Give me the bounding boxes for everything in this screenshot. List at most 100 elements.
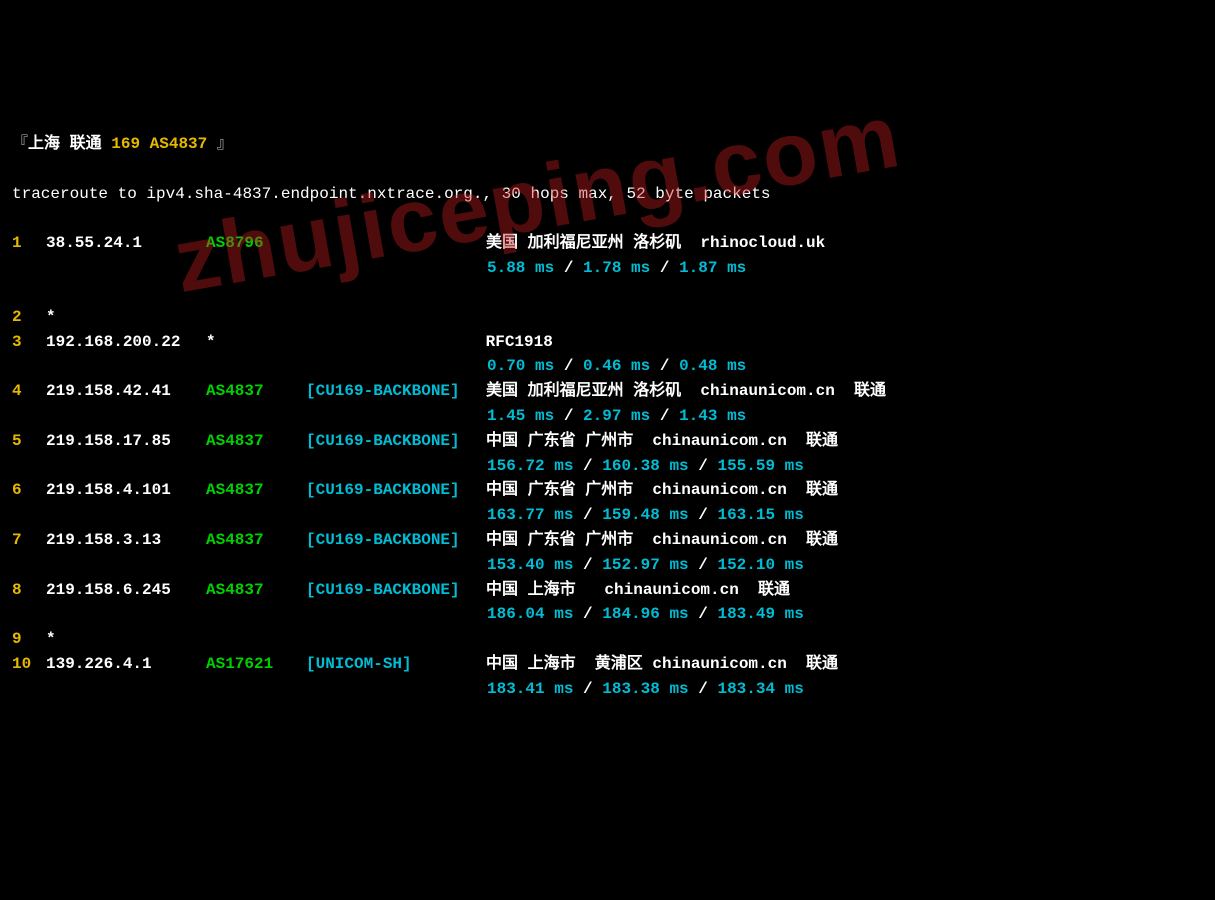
hop-row: 10139.226.4.1AS17621[UNICOM-SH]中国 上海市 黄浦… bbox=[12, 652, 1203, 677]
terminal-output: 『上海 联通 169 AS4837 』 traceroute to ipv4.s… bbox=[12, 107, 1203, 726]
hop-backbone-tag: [CU169-BACKBONE] bbox=[306, 478, 486, 503]
hop-backbone-tag: [CU169-BACKBONE] bbox=[306, 578, 486, 603]
latency-separator: / bbox=[650, 407, 679, 425]
hop-number: 5 bbox=[12, 429, 46, 454]
hop-number: 2 bbox=[12, 305, 46, 330]
traceroute-command: traceroute to ipv4.sha-4837.endpoint.nxt… bbox=[12, 182, 1203, 207]
hop-ip: 219.158.6.245 bbox=[46, 578, 206, 603]
hop-asn: AS4837 bbox=[206, 379, 306, 404]
hop-number: 1 bbox=[12, 231, 46, 256]
latency-separator: / bbox=[573, 556, 602, 574]
hop-number: 4 bbox=[12, 379, 46, 404]
latency-value: 152.97 ms bbox=[602, 556, 688, 574]
hop-ip: 219.158.17.85 bbox=[46, 429, 206, 454]
hop-number: 3 bbox=[12, 330, 46, 355]
hop-location: RFC1918 bbox=[486, 333, 553, 351]
trace-header: 『上海 联通 169 AS4837 』 bbox=[12, 132, 1203, 157]
hop-star: * bbox=[46, 630, 56, 648]
hop-location: 美国 加利福尼亚州 洛杉矶 chinaunicom.cn 联通 bbox=[486, 382, 886, 400]
hop-row: 4219.158.42.41AS4837[CU169-BACKBONE]美国 加… bbox=[12, 379, 1203, 404]
hop-star: * bbox=[46, 308, 56, 326]
hop-location: 中国 上海市 黄浦区 chinaunicom.cn 联通 bbox=[486, 655, 838, 673]
hop-location: 中国 广东省 广州市 chinaunicom.cn 联通 bbox=[486, 432, 838, 450]
header-asn: 169 AS4837 bbox=[111, 135, 207, 153]
hop-row: 9* bbox=[12, 627, 1203, 652]
hop-ip: 192.168.200.22 bbox=[46, 330, 206, 355]
hop-ip: 139.226.4.1 bbox=[46, 652, 206, 677]
hop-latency-row: 156.72 ms / 160.38 ms / 155.59 ms bbox=[12, 454, 1203, 479]
hop-number: 10 bbox=[12, 652, 46, 677]
latency-value: 0.46 ms bbox=[583, 357, 650, 375]
latency-value: 5.88 ms bbox=[487, 259, 554, 277]
bracket-close: 』 bbox=[217, 135, 233, 153]
bracket-open: 『 bbox=[12, 135, 28, 153]
latency-separator: / bbox=[650, 357, 679, 375]
latency-value: 152.10 ms bbox=[717, 556, 803, 574]
latency-value: 183.38 ms bbox=[602, 680, 688, 698]
hop-row: 2* bbox=[12, 305, 1203, 330]
hop-latency-row: 186.04 ms / 184.96 ms / 183.49 ms bbox=[12, 602, 1203, 627]
latency-value: 1.87 ms bbox=[679, 259, 746, 277]
hop-location: 美国 加利福尼亚州 洛杉矶 rhinocloud.uk bbox=[486, 234, 825, 252]
hop-location: 中国 广东省 广州市 chinaunicom.cn 联通 bbox=[486, 481, 838, 499]
latency-separator: / bbox=[573, 605, 602, 623]
hop-ip: 219.158.42.41 bbox=[46, 379, 206, 404]
latency-separator: / bbox=[554, 259, 583, 277]
hop-ip: 219.158.3.13 bbox=[46, 528, 206, 553]
hop-asn: AS17621 bbox=[206, 652, 306, 677]
latency-value: 2.97 ms bbox=[583, 407, 650, 425]
latency-value: 0.48 ms bbox=[679, 357, 746, 375]
latency-value: 186.04 ms bbox=[487, 605, 573, 623]
latency-separator: / bbox=[554, 357, 583, 375]
hop-backbone-tag: [CU169-BACKBONE] bbox=[306, 379, 486, 404]
latency-value: 156.72 ms bbox=[487, 457, 573, 475]
hop-latency-row: 1.45 ms / 2.97 ms / 1.43 ms bbox=[12, 404, 1203, 429]
latency-value: 1.45 ms bbox=[487, 407, 554, 425]
hop-asn: AS4837 bbox=[206, 578, 306, 603]
hop-row: 5219.158.17.85AS4837[CU169-BACKBONE]中国 广… bbox=[12, 429, 1203, 454]
hop-row: 8219.158.6.245AS4837[CU169-BACKBONE]中国 上… bbox=[12, 578, 1203, 603]
hop-location: 中国 上海市 chinaunicom.cn 联通 bbox=[486, 581, 790, 599]
hop-asn: AS4837 bbox=[206, 478, 306, 503]
hop-number: 6 bbox=[12, 478, 46, 503]
latency-separator: / bbox=[573, 457, 602, 475]
latency-value: 0.70 ms bbox=[487, 357, 554, 375]
hop-backbone-tag: [UNICOM-SH] bbox=[306, 652, 486, 677]
hop-ip: 38.55.24.1 bbox=[46, 231, 206, 256]
hop-latency-row: 163.77 ms / 159.48 ms / 163.15 ms bbox=[12, 503, 1203, 528]
hop-asn: AS8796 bbox=[206, 231, 306, 256]
header-location: 上海 联通 bbox=[28, 135, 102, 153]
latency-value: 163.15 ms bbox=[717, 506, 803, 524]
latency-value: 153.40 ms bbox=[487, 556, 573, 574]
latency-value: 159.48 ms bbox=[602, 506, 688, 524]
hop-backbone-tag: [CU169-BACKBONE] bbox=[306, 429, 486, 454]
latency-separator: / bbox=[573, 680, 602, 698]
latency-value: 184.96 ms bbox=[602, 605, 688, 623]
latency-separator: / bbox=[689, 605, 718, 623]
traceroute-rows: 138.55.24.1AS8796 美国 加利福尼亚州 洛杉矶 rhinoclou… bbox=[12, 231, 1203, 701]
latency-value: 1.78 ms bbox=[583, 259, 650, 277]
latency-value: 183.41 ms bbox=[487, 680, 573, 698]
hop-latency-row: 183.41 ms / 183.38 ms / 183.34 ms bbox=[12, 677, 1203, 702]
hop-latency-row: 153.40 ms / 152.97 ms / 152.10 ms bbox=[12, 553, 1203, 578]
hop-asn: AS4837 bbox=[206, 429, 306, 454]
hop-location: 中国 广东省 广州市 chinaunicom.cn 联通 bbox=[486, 531, 838, 549]
latency-separator: / bbox=[573, 506, 602, 524]
hop-row: 3192.168.200.22*RFC1918 bbox=[12, 330, 1203, 355]
hop-row: 6219.158.4.101AS4837[CU169-BACKBONE]中国 广… bbox=[12, 478, 1203, 503]
hop-row: 7219.158.3.13AS4837[CU169-BACKBONE]中国 广东… bbox=[12, 528, 1203, 553]
hop-asn: AS4837 bbox=[206, 528, 306, 553]
latency-separator: / bbox=[689, 556, 718, 574]
latency-separator: / bbox=[689, 457, 718, 475]
latency-separator: / bbox=[554, 407, 583, 425]
hop-ip: 219.158.4.101 bbox=[46, 478, 206, 503]
latency-separator: / bbox=[650, 259, 679, 277]
hop-number: 8 bbox=[12, 578, 46, 603]
latency-value: 160.38 ms bbox=[602, 457, 688, 475]
latency-value: 163.77 ms bbox=[487, 506, 573, 524]
latency-value: 1.43 ms bbox=[679, 407, 746, 425]
hop-latency-row: 0.70 ms / 0.46 ms / 0.48 ms bbox=[12, 354, 1203, 379]
hop-number: 7 bbox=[12, 528, 46, 553]
latency-value: 183.34 ms bbox=[717, 680, 803, 698]
hop-backbone-tag: [CU169-BACKBONE] bbox=[306, 528, 486, 553]
